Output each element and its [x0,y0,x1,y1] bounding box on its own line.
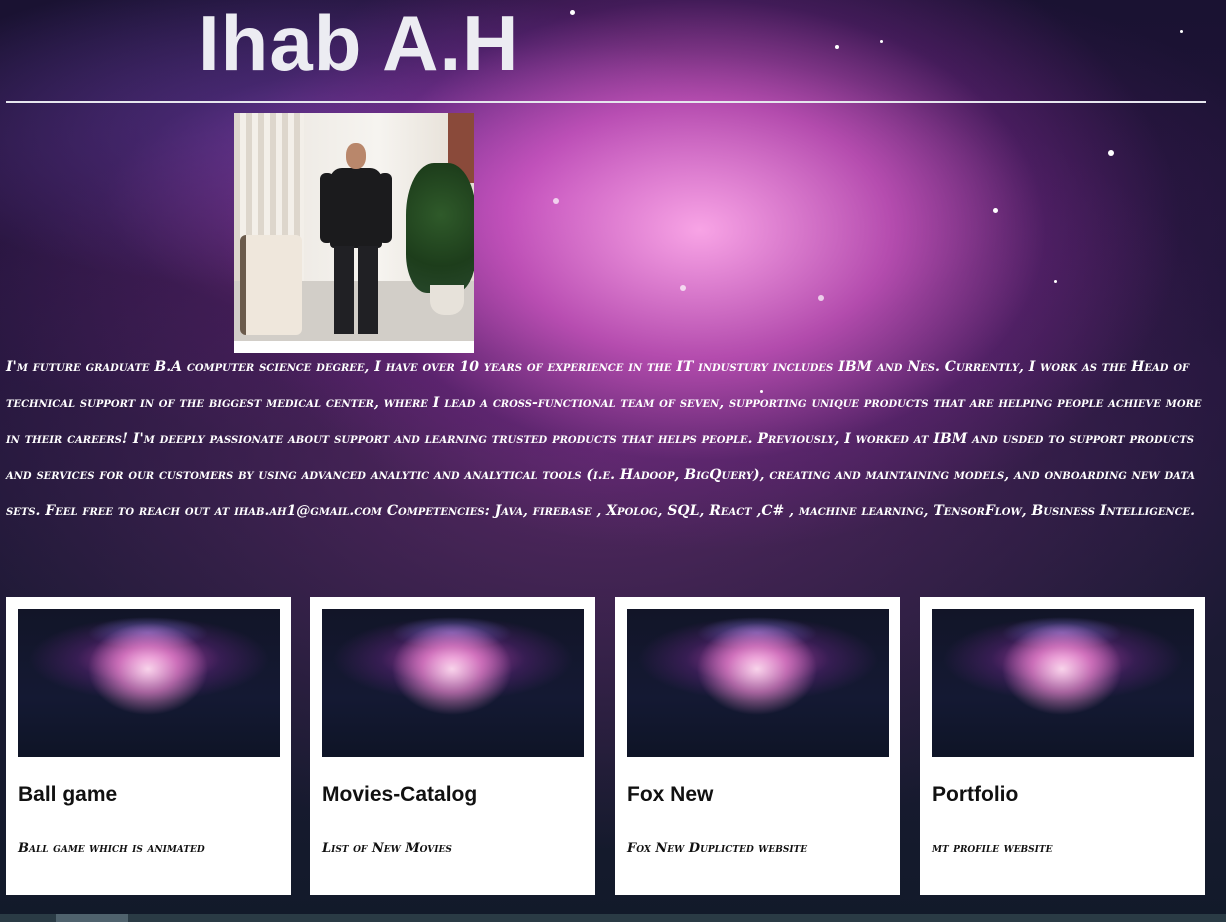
project-title: Portfolio [932,783,1019,806]
header-divider [6,101,1206,103]
bio-text: I'm future graduate B.A computer science… [6,359,1202,519]
project-card-portfolio[interactable]: Portfolio mt profile website [920,597,1205,895]
horizontal-scrollbar[interactable] [0,914,1226,922]
project-description: mt profile website [932,841,1053,856]
project-thumbnail[interactable] [322,609,584,757]
project-card-ball-game[interactable]: Ball game Ball game which is animated [6,597,291,895]
project-thumbnail[interactable] [18,609,280,757]
project-description: Ball game which is animated [18,841,205,856]
project-description: Fox New Duplicted website [627,841,808,856]
project-title: Fox New [627,783,714,806]
project-title: Ball game [18,783,118,806]
project-card-movies-catalog[interactable]: Movies-Catalog List of New Movies [310,597,595,895]
project-description: List of New Movies [322,841,452,856]
project-thumbnail[interactable] [932,609,1194,757]
scrollbar-thumb[interactable] [56,914,128,922]
project-card-fox-new[interactable]: Fox New Fox New Duplicted website [615,597,900,895]
profile-photo [234,113,474,353]
page-title: Ihab A.H [198,0,520,87]
project-title: Movies-Catalog [322,783,478,806]
project-thumbnail[interactable] [627,609,889,757]
